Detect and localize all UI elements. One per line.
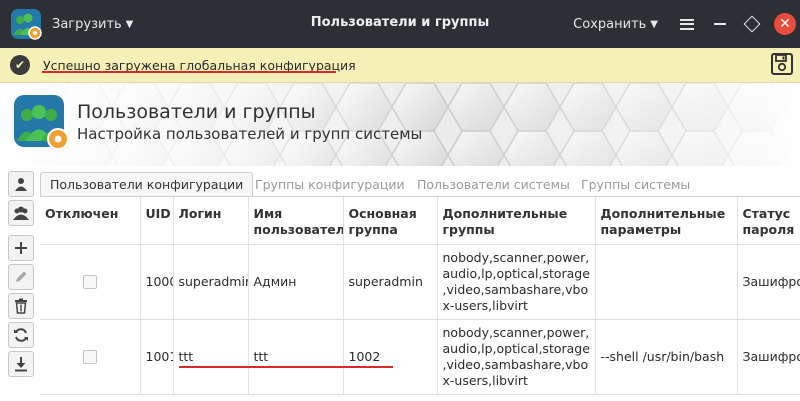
download-icon [15,357,27,372]
login-cell: ttt [173,319,249,395]
tab-config-users[interactable]: Пользователи конфигурации [40,172,254,196]
page-subtitle: Настройка пользователей и групп системы [77,125,423,143]
column-header-primary-group-label: Основная группа [348,206,417,237]
username-cell: ttt [248,319,344,395]
table-row[interactable]: 1000 superadmin Админ superadmin nobody,… [40,244,800,320]
save-label: Сохранить [573,16,647,32]
save-floppy-icon[interactable] [770,52,794,76]
disabled-checkbox[interactable] [83,350,98,364]
highlight-underline [42,71,336,73]
trash-icon [15,298,27,314]
column-header-disabled[interactable]: Отключен [40,197,141,245]
column-header-uid[interactable]: UID [140,197,174,245]
username-cell: Админ [248,244,344,320]
column-header-primary-group[interactable]: Основная группа [343,197,438,245]
close-icon: ✕ [779,16,791,32]
tab-bar: Пользователи конфигурации Группы конфигу… [40,172,800,196]
column-header-extra-params[interactable]: Дополнительные параметры [595,197,738,245]
plus-icon [15,242,27,254]
edit-button[interactable] [8,264,34,290]
header-banner: Пользователи и группы Настройка пользова… [0,83,800,166]
users-table: Отключен UID Логин Имя пользователя Осно… [40,196,800,401]
caret-down-icon: ▼ [650,18,658,30]
table-row[interactable]: 1001 ttt ttt 1002 nobody,scanner,power,a… [40,319,800,395]
column-header-extra-params-label: Дополнительные параметры [600,206,726,237]
left-toolbar [8,171,34,380]
notification-bar: ✔ Успешно загружена глобальная конфигура… [0,48,800,83]
column-header-password-status-label: Статус пароля [742,206,795,237]
disabled-cell [40,244,141,320]
login-cell: superadmin [173,244,249,320]
disabled-cell [40,319,141,395]
group-view-button[interactable] [8,200,34,226]
column-header-extra-groups[interactable]: Дополнительные группы [437,197,596,245]
primary-group-cell: 1002 [343,319,438,395]
save-menu-button[interactable]: Сохранить ▼ [573,17,658,32]
maximize-icon[interactable] [743,15,761,33]
password-status-cell: Зашифрован [737,244,800,320]
table-header: Отключен UID Логин Имя пользователя Осно… [40,197,800,245]
user-view-button[interactable] [8,171,34,197]
extra-params-cell [595,244,738,320]
highlight-underline [179,366,393,368]
uid-cell: 1001 [140,319,174,395]
tab-system-groups[interactable]: Группы системы [581,173,690,196]
minimize-icon[interactable] [714,23,726,25]
primary-group-cell: superadmin [343,244,438,320]
page-title: Пользователи и группы [77,101,316,123]
column-header-extra-groups-label: Дополнительные группы [442,206,568,237]
column-header-username[interactable]: Имя пользователя [248,197,344,245]
delete-button[interactable] [8,293,34,319]
uid-cell: 1000 [140,244,174,320]
refresh-icon [14,328,28,342]
password-status-cell: Зашифрован [737,319,800,395]
titlebar: Загрузить ▼ Пользователи и группы Сохран… [0,0,800,48]
user-icon [15,178,27,191]
column-header-login[interactable]: Логин [173,197,249,245]
refresh-button[interactable] [8,322,34,348]
add-button[interactable] [8,235,34,261]
column-header-username-label: Имя пользователя [253,206,343,237]
extra-groups-cell: nobody,scanner,power,audio,lp,optical,st… [437,244,596,320]
hamburger-menu-icon[interactable] [680,18,694,30]
tab-system-users[interactable]: Пользователи системы [417,173,570,196]
check-circle-icon: ✔ [10,55,30,75]
extra-params-cell: --shell /usr/bin/bash [595,319,738,395]
pencil-icon [16,271,27,282]
tab-config-groups[interactable]: Группы конфигурации [255,173,405,196]
group-icon [13,206,29,220]
disabled-checkbox[interactable] [83,275,98,289]
users-groups-app-icon [14,95,69,150]
extra-groups-cell: nobody,scanner,power,audio,lp,optical,st… [437,319,596,395]
download-button[interactable] [8,351,34,377]
close-window-button[interactable]: ✕ [774,13,796,35]
column-header-password-status[interactable]: Статус пароля [737,197,800,245]
